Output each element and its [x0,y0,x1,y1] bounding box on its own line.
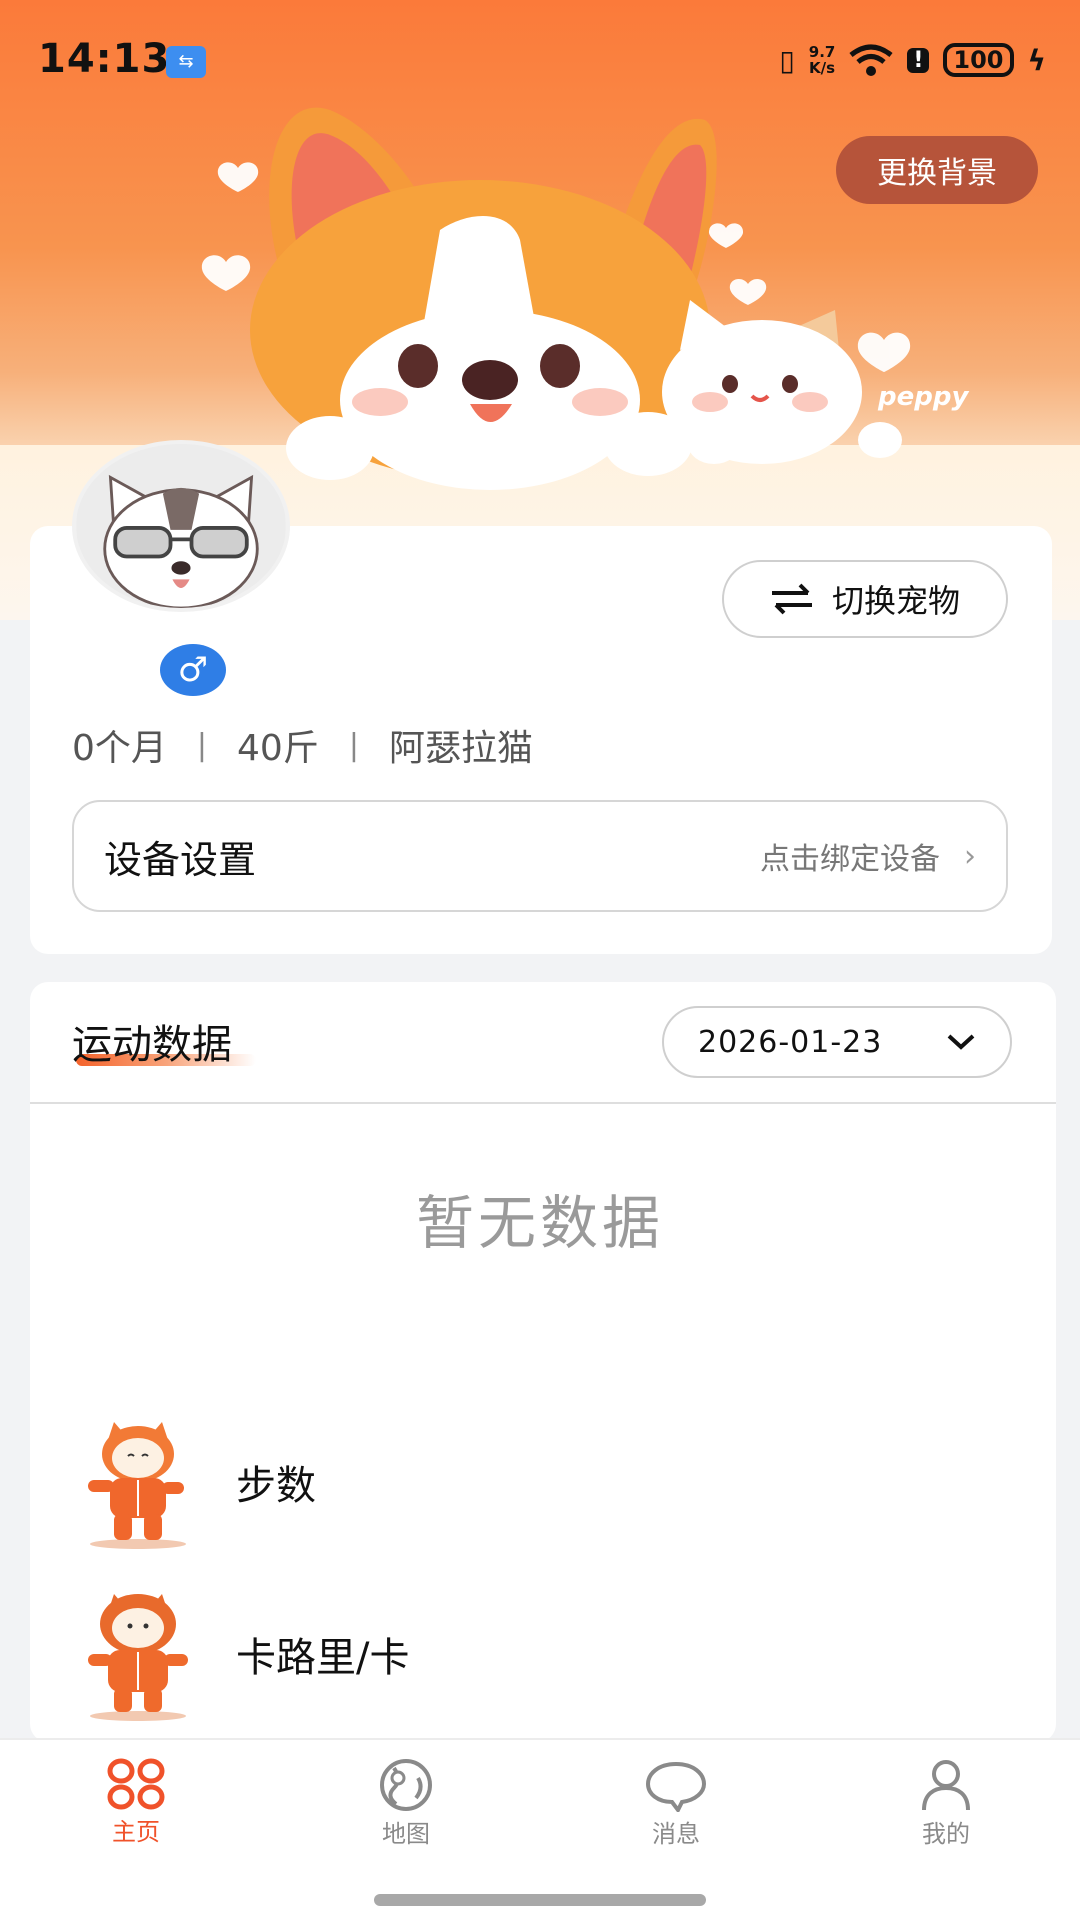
battery-icon: 100 [943,43,1014,77]
nav-home-label: 主页 [112,1818,160,1846]
switch-pet-button[interactable]: 切换宠物 [722,560,1008,638]
bottom-nav: 主页 地图 消息 我的 [0,1738,1080,1920]
date-select[interactable]: 2026-01-23 [662,1006,1012,1078]
steps-label: 步数 [236,1463,316,1509]
info-separator: | [196,727,208,763]
device-settings-title: 设备设置 [104,837,257,882]
vibrate-icon: ▯ [779,43,795,77]
status-bar: 14:13 ⇆ ▯ 9.7 K/s ! 100 ϟ [0,0,1080,120]
message-icon [645,1761,707,1812]
info-separator: | [348,727,359,763]
shiba-hoodie-icon [88,1422,186,1549]
pet-age: 0个月 [72,728,167,769]
sport-data-title: 运动数据 [72,1022,232,1068]
alert-icon: ! [907,47,930,73]
date-value: 2026-01-23 [698,1024,883,1060]
pet-avatar[interactable] [72,440,290,612]
nav-map[interactable]: 地图 [336,1758,476,1849]
switch-pet-label: 切换宠物 [831,582,960,620]
nav-profile[interactable]: 我的 [876,1758,1016,1849]
nav-profile-label: 我的 [922,1820,970,1848]
husky-sunglasses-avatar [77,444,285,608]
chevron-down-icon [947,1034,975,1050]
nav-messages[interactable]: 消息 [606,1758,746,1849]
home-grid-icon [107,1758,165,1810]
status-time: 14:13 [38,36,171,82]
net-speed-value: 9.7 [808,43,836,61]
nav-messages-label: 消息 [652,1820,700,1848]
chevron-right-icon: › [964,838,976,874]
empty-data-text: 暂无数据 [415,1189,664,1257]
divider [30,1102,1056,1104]
nav-map-label: 地图 [382,1820,430,1848]
status-icons: ▯ 9.7 K/s ! 100 ϟ [779,40,1046,80]
pet-breed: 阿瑟拉猫 [388,728,533,769]
usb-icon: ⇆ [166,46,206,78]
home-indicator[interactable] [374,1894,706,1906]
pet-weight: 40斤 [237,728,319,769]
metric-steps: 步数 [68,1412,316,1552]
calories-label: 卡路里/卡 [236,1635,410,1681]
metric-calories: 卡路里/卡 [68,1584,409,1724]
brand-text: peppy [878,382,969,412]
profile-icon [922,1760,970,1811]
bind-device-hint: 点击绑定设备 [760,842,940,877]
nav-home[interactable]: 主页 [66,1758,206,1847]
net-speed-unit: K/s [809,59,836,77]
pet-info: 0个月 | 40斤 | 阿瑟拉猫 [72,720,533,770]
wifi-icon [849,44,893,76]
device-settings-row[interactable]: 设备设置 点击绑定设备 › [72,800,1008,912]
shiba-hoodie-icon [88,1594,188,1721]
net-speed: 9.7 K/s [809,44,836,76]
swap-arrows-icon [771,583,812,615]
charging-icon: ϟ [1027,43,1046,77]
male-gender-icon: ♂ [160,644,226,696]
change-background-button[interactable]: 更换背景 [836,136,1038,204]
map-icon [380,1759,432,1811]
